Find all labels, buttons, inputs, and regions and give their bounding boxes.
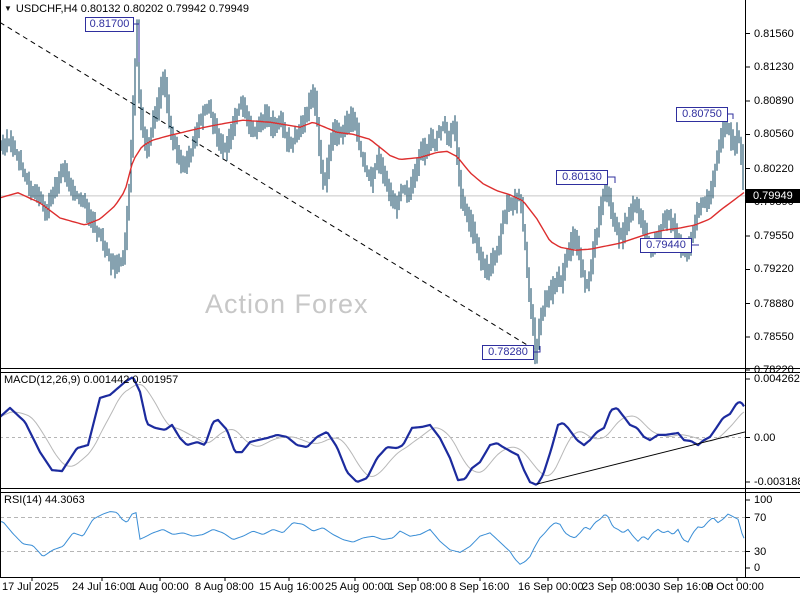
current-price-tag: 0.79949 [746, 189, 800, 203]
price-axis-label: 0.81230 [754, 61, 794, 73]
symbol-timeframe-label: USDCHF,H4 [16, 3, 78, 15]
time-axis-label: 24 Jul 16:00 [72, 581, 132, 593]
price-level-callout[interactable]: 0.81700 [85, 17, 134, 32]
chart-canvas[interactable] [0, 0, 800, 600]
price-level-callout[interactable]: 0.80130 [556, 170, 608, 185]
rsi-indicator-label: RSI(14) 44.3063 [4, 494, 85, 506]
rsi-axis-label: 0 [754, 562, 760, 574]
time-axis-label: 8 Oct 00:00 [707, 581, 764, 593]
time-axis-label: 1 Aug 00:00 [130, 581, 189, 593]
price-axis-label: 0.79550 [754, 230, 794, 242]
price-level-callout[interactable]: 0.80750 [676, 107, 728, 122]
price-axis-label: 0.79220 [754, 263, 794, 275]
time-axis-label: 25 Aug 00:00 [325, 581, 390, 593]
time-axis-label: 8 Aug 08:00 [195, 581, 254, 593]
rsi-axis-label: 70 [754, 512, 766, 524]
chart-header: ▼ USDCHF,H4 0.80132 0.80202 0.79942 0.799… [4, 3, 249, 15]
price-axis-label: 0.80890 [754, 95, 794, 107]
time-axis-label: 30 Sep 16:00 [648, 581, 713, 593]
macd-indicator-label: MACD(12,26,9) 0.001442 0.001957 [4, 374, 178, 386]
chevron-down-icon[interactable]: ▼ [4, 4, 12, 13]
price-axis-label: 0.80560 [754, 128, 794, 140]
price-axis-label: 0.78550 [754, 331, 794, 343]
price-axis-label: 0.81560 [754, 28, 794, 40]
trading-chart-window: Action Forex ▼USDCHF,H4 0.80132 0.80202 … [0, 0, 800, 600]
rsi-axis-label: 100 [754, 494, 772, 506]
ohlc-values: 0.80132 0.80202 0.79942 0.79949 [81, 3, 249, 15]
macd-axis-label: -0.003188 [754, 476, 800, 488]
time-axis-label: 17 Jul 2025 [2, 581, 59, 593]
time-axis-label: 16 Sep 00:00 [518, 581, 583, 593]
macd-axis-label: 0.004262 [754, 373, 800, 385]
price-level-callout[interactable]: 0.78280 [482, 345, 534, 360]
price-axis-label: 0.80220 [754, 163, 794, 175]
rsi-axis-label: 30 [754, 546, 766, 558]
macd-axis-label: 0.00 [754, 432, 775, 444]
price-level-callout[interactable]: 0.79440 [640, 238, 692, 253]
time-axis-label: 15 Aug 16:00 [259, 581, 324, 593]
time-axis-label: 23 Sep 08:00 [582, 581, 647, 593]
time-axis-label: 8 Sep 16:00 [450, 581, 509, 593]
price-axis-label: 0.78880 [754, 298, 794, 310]
time-axis-label: 1 Sep 08:00 [388, 581, 447, 593]
